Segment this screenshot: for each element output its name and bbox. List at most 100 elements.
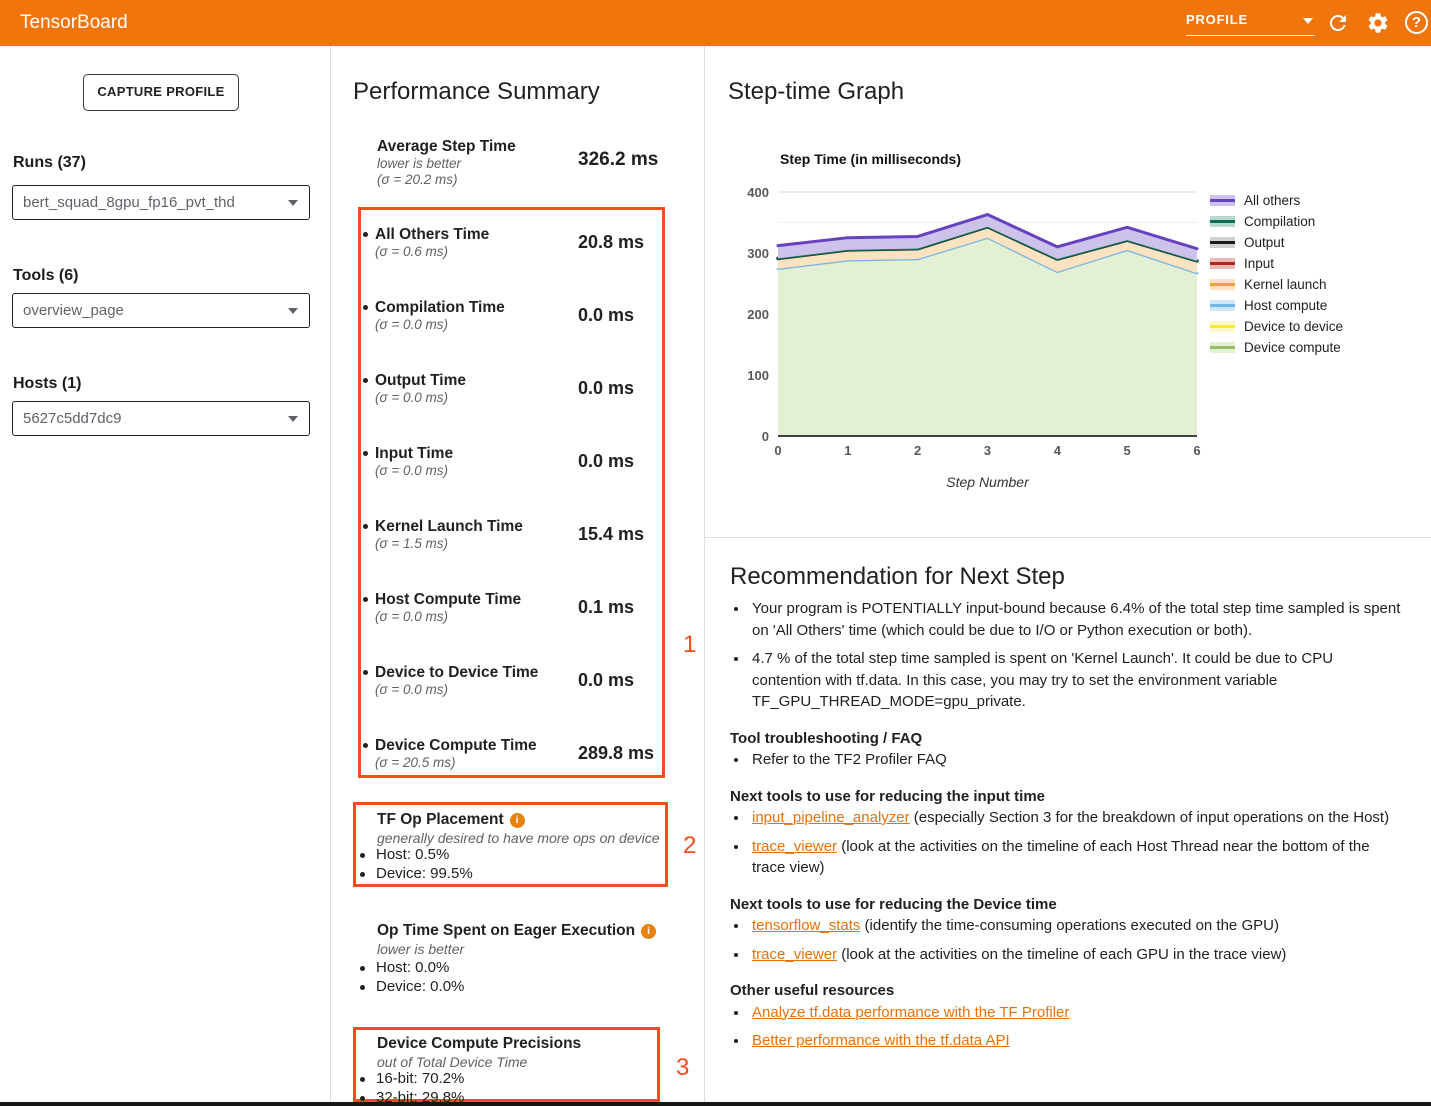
legend-swatch [1210, 342, 1235, 353]
trace-viewer-link[interactable]: trace_viewer [752, 946, 837, 963]
eager-device: Device: 0.0% [376, 978, 464, 995]
svg-text:5: 5 [1124, 443, 1131, 458]
section-list: Analyze tf.data performance with the TF … [749, 1002, 1402, 1052]
legend-item: Compilation [1210, 211, 1343, 232]
tf-op-placement-device: Device: 99.5% [376, 865, 473, 882]
legend-label: Kernel launch [1244, 277, 1327, 292]
item-text: (look at the activities on the timeline … [752, 838, 1370, 877]
list-item: input_pipeline_analyzer (especially Sect… [749, 807, 1402, 829]
svg-text:300: 300 [747, 246, 769, 261]
bullet [363, 451, 368, 456]
legend-swatch [1210, 258, 1235, 269]
svg-text:6: 6 [1193, 443, 1200, 458]
tools-select-value: overview_page [23, 294, 124, 327]
metric-sigma: (σ = 1.5 ms) [375, 536, 448, 551]
metric-label: Host Compute Time [375, 591, 521, 609]
legend-item: Device compute [1210, 337, 1343, 358]
app-title: TensorBoard [20, 0, 128, 46]
metric-sigma: (σ = 20.5 ms) [375, 755, 456, 770]
list-item: trace_viewer (look at the activities on … [749, 836, 1402, 879]
recommendation-body: Your program is POTENTIALLY input-bound … [730, 598, 1402, 1059]
input-pipeline-analyzer-link[interactable]: input_pipeline_analyzer [752, 809, 910, 826]
metric-sigma: (σ = 0.0 ms) [375, 463, 448, 478]
metric-label: Compilation Time [375, 299, 505, 317]
tf-op-placement-title: TF Op Placementi [377, 811, 525, 829]
info-icon[interactable]: i [510, 813, 525, 828]
chart-xaxis-label: Step Number [735, 474, 1240, 490]
chart-legend: All others Compilation Output Input Kern… [1210, 190, 1343, 358]
runs-label: Runs (37) [13, 154, 86, 172]
info-icon[interactable]: i [641, 924, 656, 939]
precisions-16bit: 16-bit: 70.2% [376, 1070, 464, 1087]
step-time-chart-svg: 01002003004000123456 [735, 146, 1240, 496]
section-list: Refer to the TF2 Profiler FAQ [749, 749, 1402, 771]
bullet [360, 985, 365, 990]
svg-text:200: 200 [747, 307, 769, 322]
bullet [363, 378, 368, 383]
help-icon[interactable]: ? [1405, 11, 1429, 35]
eager-note: lower is better [377, 941, 464, 957]
svg-text:1: 1 [844, 443, 851, 458]
tools-select[interactable]: overview_page [12, 293, 310, 328]
step-time-panel: Step-time Graph Step Time (in millisecon… [705, 46, 1431, 1102]
metric-sigma: (σ = 0.6 ms) [375, 244, 448, 259]
metric-sigma: (σ = 0.0 ms) [375, 390, 448, 405]
runs-select[interactable]: bert_squad_8gpu_fp16_pvt_thd [12, 185, 310, 220]
item-text: (especially Section 3 for the breakdown … [910, 809, 1389, 826]
section-list: input_pipeline_analyzer (especially Sect… [749, 807, 1402, 879]
list-item: Analyze tf.data performance with the TF … [749, 1002, 1402, 1024]
metric-sigma: (σ = 0.0 ms) [375, 317, 448, 332]
app-header: TensorBoard PROFILE ? [0, 0, 1431, 46]
metric-value: 0.1 ms [578, 597, 634, 618]
hosts-select[interactable]: 5627c5dd7dc9 [12, 401, 310, 436]
dashboard-selector[interactable]: PROFILE [1186, 8, 1315, 36]
metric-sigma: (σ = 0.0 ms) [375, 609, 448, 624]
performance-summary-panel: Performance Summary Average Step Time lo… [331, 46, 705, 1102]
recommendation-title: Recommendation for Next Step [730, 563, 1065, 591]
legend-swatch [1210, 195, 1235, 206]
performance-summary-title: Performance Summary [353, 78, 600, 106]
reload-icon[interactable] [1326, 11, 1350, 35]
legend-swatch [1210, 300, 1235, 311]
legend-label: Device compute [1244, 340, 1341, 355]
metric-value: 0.0 ms [578, 670, 634, 691]
trace-viewer-link[interactable]: trace_viewer [752, 838, 837, 855]
legend-swatch [1210, 321, 1235, 332]
svg-text:4: 4 [1054, 443, 1062, 458]
bullet [360, 966, 365, 971]
legend-label: All others [1244, 193, 1300, 208]
metric-label: Device Compute Time [375, 737, 537, 755]
section-heading: Next tools to use for reducing the input… [730, 786, 1402, 808]
better-performance-link[interactable]: Better performance with the tf.data API [752, 1032, 1010, 1049]
item-text: Refer to the TF2 Profiler FAQ [752, 751, 947, 768]
bullet [360, 872, 365, 877]
annotation-label-2: 2 [683, 832, 696, 860]
sidebar: CAPTURE PROFILE Runs (37) bert_squad_8gp… [0, 46, 331, 1102]
step-time-chart: 01002003004000123456 [735, 146, 1240, 496]
annotation-label-3: 3 [676, 1054, 689, 1082]
legend-swatch [1210, 279, 1235, 290]
precisions-title: Device Compute Precisions [377, 1035, 581, 1053]
recommendation-bullet: 4.7 % of the total step time sampled is … [749, 648, 1402, 713]
hosts-label: Hosts (1) [13, 375, 81, 393]
metric-label: Input Time [375, 445, 453, 463]
legend-label: Device to device [1244, 319, 1343, 334]
tf-op-placement-host: Host: 0.5% [376, 846, 449, 863]
section-heading: Other useful resources [730, 980, 1402, 1002]
settings-gear-icon[interactable] [1366, 11, 1390, 35]
chevron-down-icon [288, 200, 298, 206]
bullet [360, 1077, 365, 1082]
tensorflow-stats-link[interactable]: tensorflow_stats [752, 917, 860, 934]
bullet-text: Your program is POTENTIALLY input-bound … [752, 600, 1400, 639]
metric-label: Output Time [375, 372, 466, 390]
list-item: Refer to the TF2 Profiler FAQ [749, 749, 1402, 771]
section-divider [705, 537, 1431, 538]
dashboard-selector-value: PROFILE [1186, 8, 1315, 32]
bullet [363, 670, 368, 675]
hosts-select-value: 5627c5dd7dc9 [23, 402, 121, 435]
metric-sigma: (σ = 0.0 ms) [375, 682, 448, 697]
metric-label: Kernel Launch Time [375, 518, 523, 536]
capture-profile-button[interactable]: CAPTURE PROFILE [83, 74, 239, 111]
legend-item: Host compute [1210, 295, 1343, 316]
analyze-tfdata-link[interactable]: Analyze tf.data performance with the TF … [752, 1004, 1069, 1021]
